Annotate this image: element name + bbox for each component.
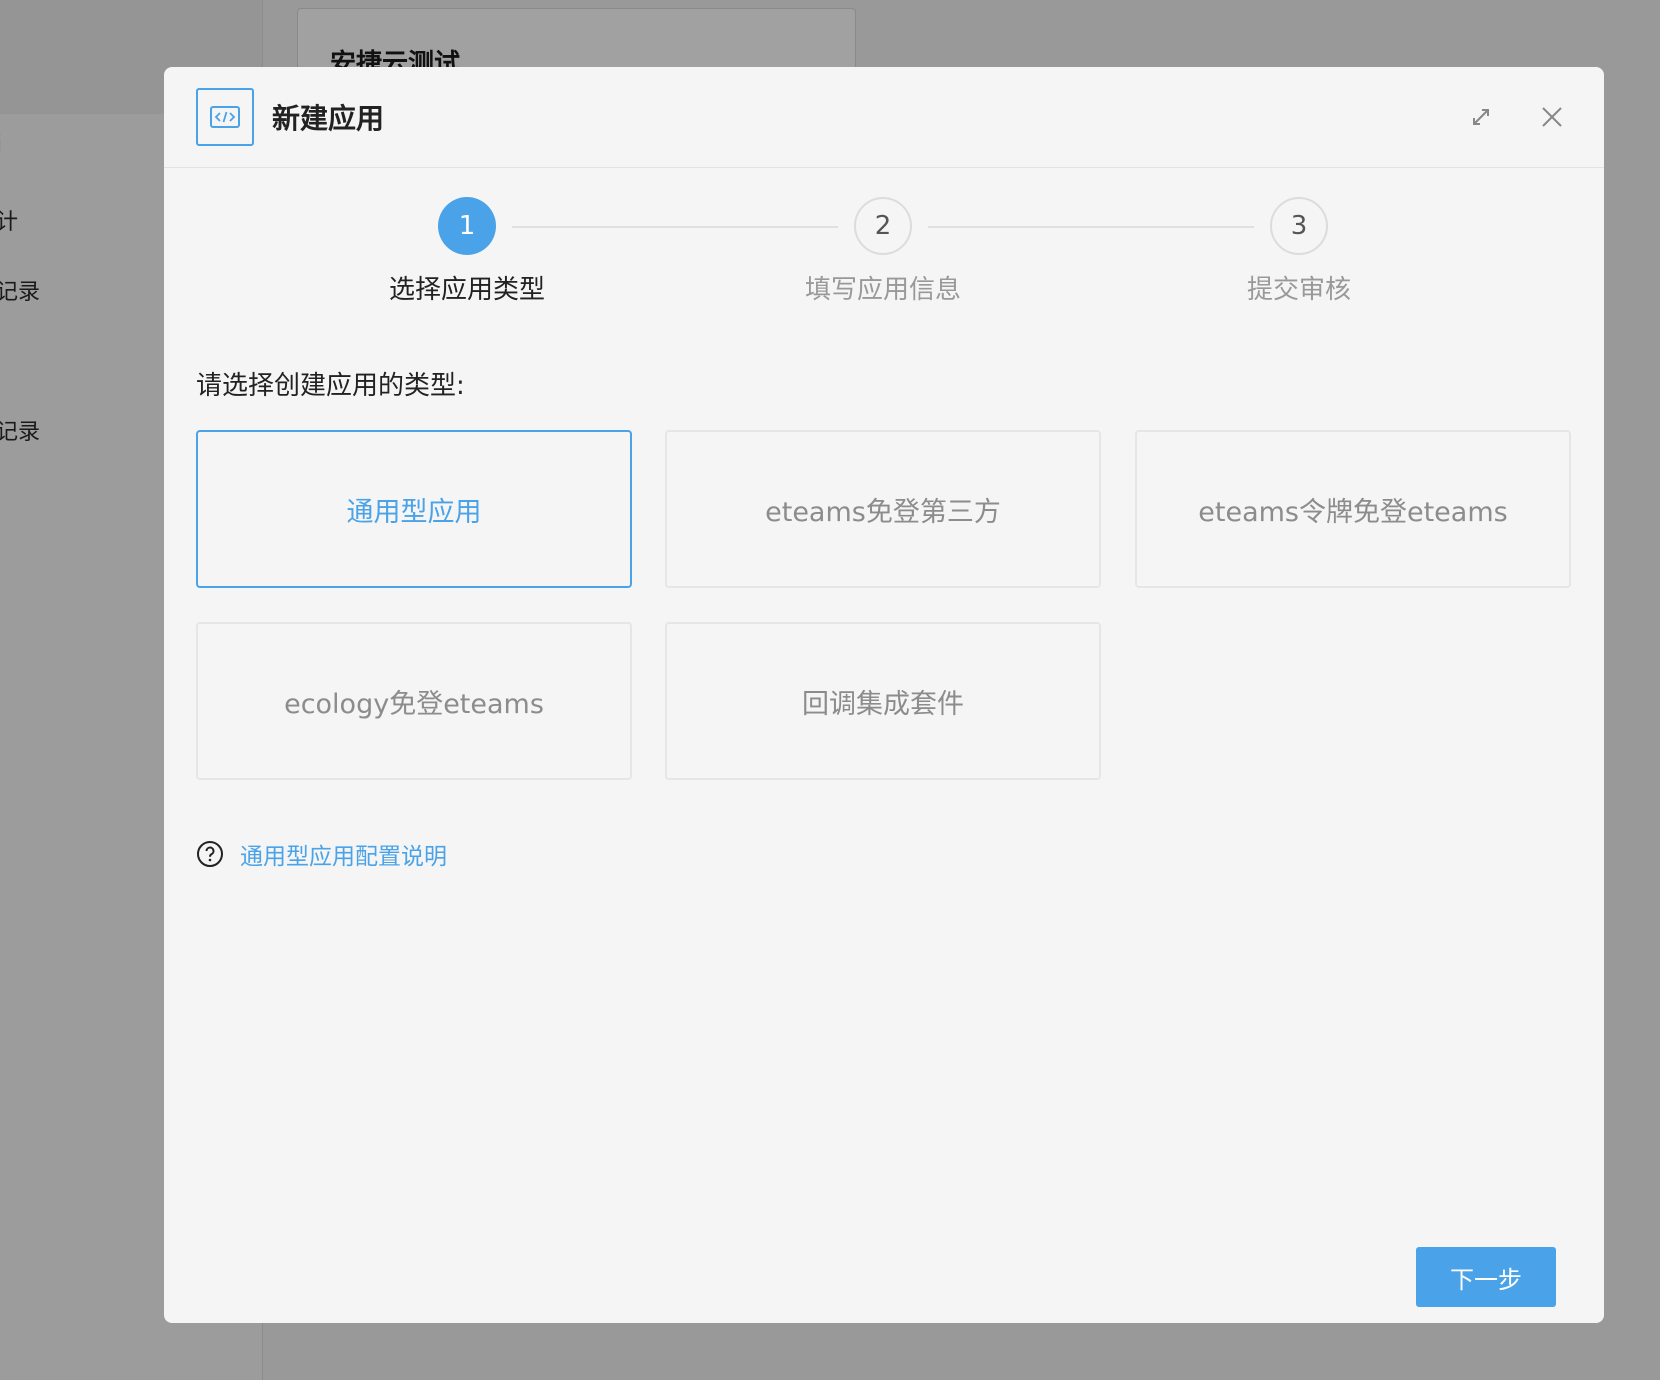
expand-icon: [1473, 109, 1489, 125]
app-type-eteams-sso-third-party[interactable]: eteams免登第三方: [665, 430, 1101, 588]
app-type-callback-suite[interactable]: 回调集成套件: [665, 622, 1101, 780]
app-type-eteams-token-sso[interactable]: eteams令牌免登eteams: [1135, 430, 1571, 588]
next-step-button[interactable]: 下一步: [1416, 1247, 1556, 1307]
background-menu-item: 记录: [0, 420, 41, 445]
step-2-indicator: 2: [854, 197, 912, 255]
background-menu-item: 记录: [0, 280, 41, 305]
step-1-indicator: 1: [438, 197, 496, 255]
step-3-label: 提交审核: [1246, 275, 1351, 305]
app-type-general[interactable]: 通用型应用: [196, 430, 632, 588]
dialog-header: 新建应用: [164, 67, 1604, 168]
maximize-button[interactable]: [1461, 97, 1501, 137]
background-menu-item: 计: [0, 210, 19, 235]
step-2-label: 填写应用信息: [804, 275, 961, 305]
config-help-link[interactable]: 通用型应用配置说明: [240, 837, 447, 871]
close-icon: [1542, 107, 1562, 127]
dialog-title: 新建应用: [272, 102, 385, 135]
type-prompt: 请选择创建应用的类型:: [196, 371, 465, 401]
step-3-indicator: 3: [1270, 197, 1328, 255]
close-button[interactable]: [1532, 97, 1572, 137]
step-connector: [512, 226, 838, 228]
stepper: 1 选择应用类型 2 填写应用信息 3 提交审核: [164, 197, 1604, 317]
step-connector: [928, 226, 1254, 228]
help-row: 通用型应用配置说明: [196, 837, 447, 871]
step-1-label: 选择应用类型: [388, 275, 545, 305]
background-menu-item: i: [0, 132, 2, 157]
app-type-ecology-sso[interactable]: ecology免登eteams: [196, 622, 632, 780]
code-icon: [196, 88, 254, 146]
question-icon: [197, 841, 223, 867]
new-app-dialog: 新建应用 1 选择应用类型 2 填写应用信息 3 提交审核 请选择创建应用的类型…: [164, 67, 1604, 1323]
